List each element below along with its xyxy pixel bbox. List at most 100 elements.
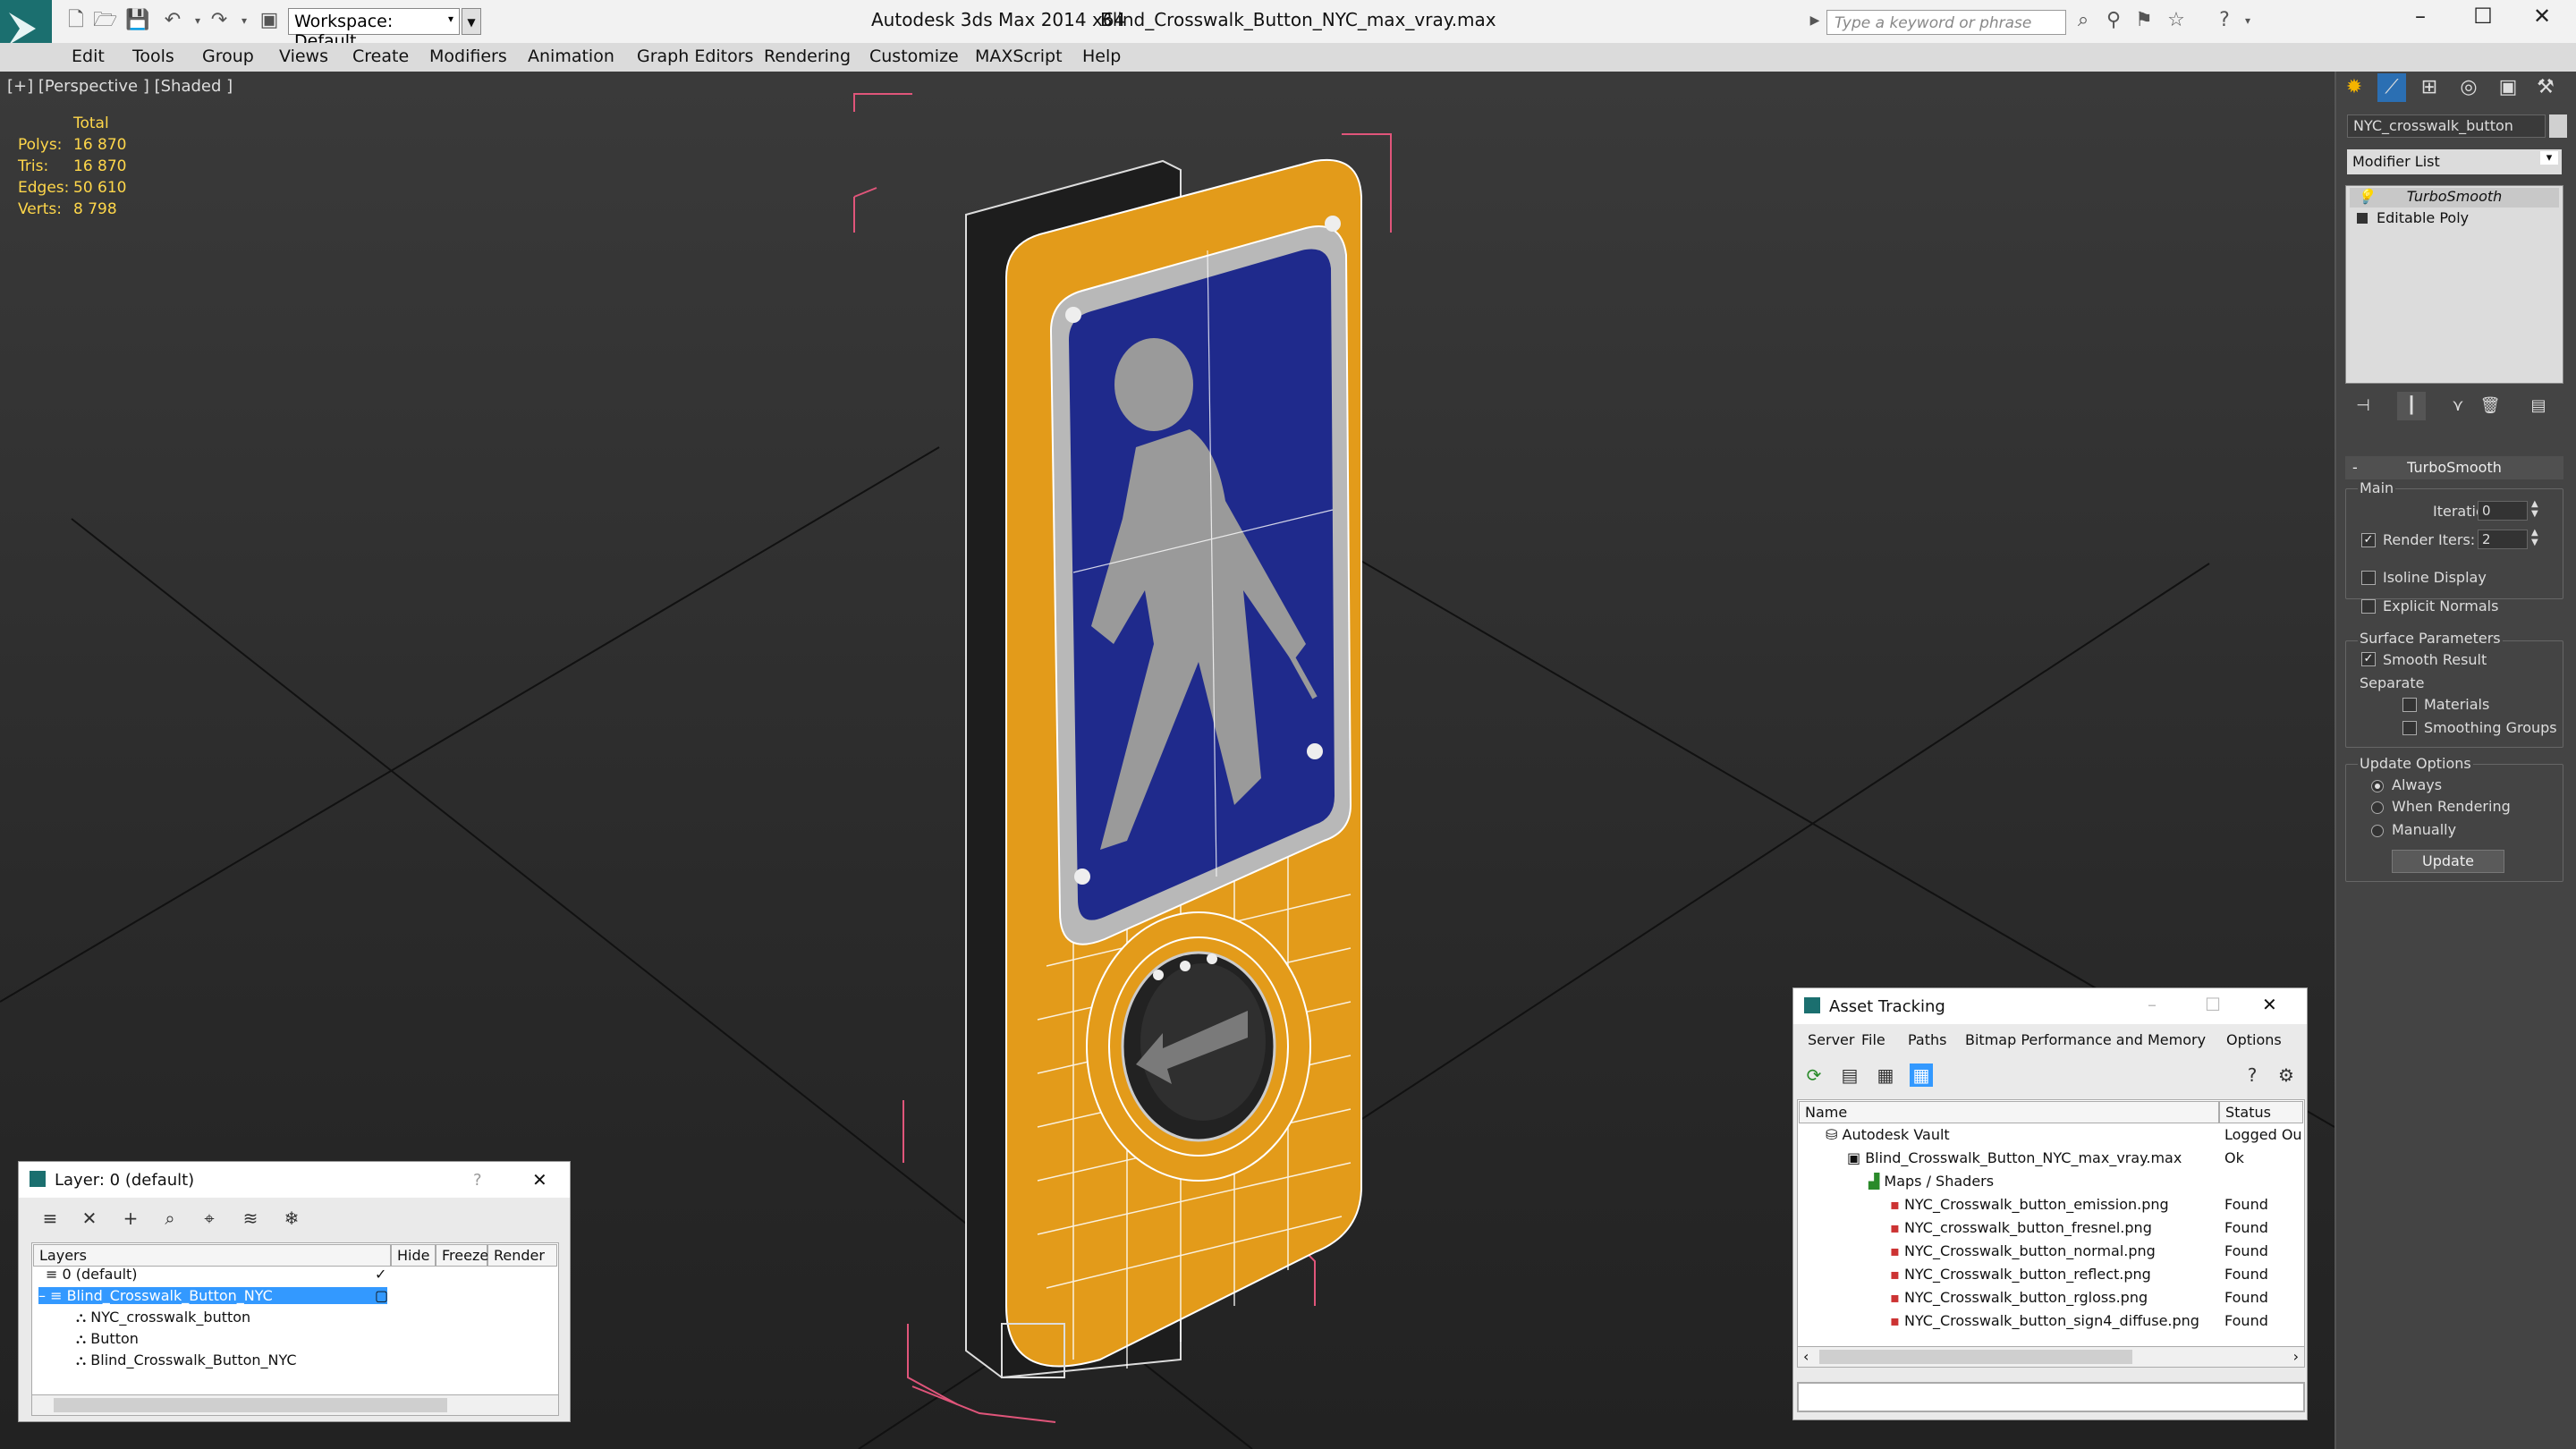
current-layer-box-icon[interactable]: ▢ [375,1287,388,1304]
menu-edit[interactable]: Edit [72,47,105,66]
undo-icon[interactable]: ↶ [161,9,184,32]
refresh-icon[interactable]: ⟳ [1802,1063,1826,1087]
menu-paths[interactable]: Paths [1908,1031,1946,1048]
search-input[interactable]: Type a keyword or phrase [1826,10,2066,35]
menu-file[interactable]: File [1861,1031,1885,1048]
redo-dropdown-icon[interactable]: ▾ [233,9,256,32]
freeze-all-layers-icon[interactable]: ❄ [280,1207,303,1230]
asset-row[interactable]: ▣ Blind_Crosswalk_Button_NYC_max_vray.ma… [1847,1149,2182,1166]
iterations-spinner[interactable]: 0 [2478,501,2528,521]
menu-modifiers[interactable]: Modifiers [429,47,507,66]
current-layer-check-icon[interactable]: ✓ [375,1266,386,1283]
utilities-tab-icon[interactable]: ⚒ [2531,73,2560,102]
close-icon[interactable]: ✕ [2262,994,2277,1015]
help-dropdown-icon[interactable]: ▾ [2236,9,2259,32]
modifier-list-dropdown[interactable]: Modifier List ▾ [2347,149,2562,174]
list-view-icon[interactable]: ▤ [1838,1063,1861,1087]
help-icon[interactable]: ? [473,1171,482,1190]
new-file-icon[interactable]: 🗋 [64,9,88,32]
scroll-right-icon[interactable]: › [2293,1348,2299,1365]
col-freeze[interactable]: Freeze [436,1244,488,1267]
highlight-selected-icon[interactable]: ⌖ [198,1207,221,1230]
modify-tab-icon[interactable]: ⟋ [2377,73,2406,102]
asset-row[interactable]: ▪ NYC_Crosswalk_button_sign4_diffuse.png [1890,1312,2199,1329]
open-file-icon[interactable]: 🗁 [93,9,117,32]
project-folder-icon[interactable]: ▣ [258,9,281,32]
menu-create[interactable]: Create [352,47,409,66]
isoline-display-checkbox[interactable] [2361,571,2376,585]
close-icon[interactable]: ✕ [2524,4,2560,29]
redo-icon[interactable]: ↷ [208,9,231,32]
asset-row[interactable]: ⛁ Autodesk Vault [1826,1126,1950,1143]
spinner-arrows-icon[interactable]: ▲ ▼ [2531,499,2538,519]
make-unique-icon[interactable]: ⋎ [2444,392,2472,420]
asset-row[interactable]: ▪ NYC_Crosswalk_button_emission.png [1890,1196,2169,1213]
menu-server[interactable]: Server [1808,1031,1854,1048]
undo-dropdown-icon[interactable]: ▾ [186,9,209,32]
menu-options[interactable]: Options [2226,1031,2282,1048]
help-icon[interactable]: ? [2241,1063,2264,1087]
col-hide[interactable]: Hide [391,1244,436,1267]
spinner-arrows-icon[interactable]: ▲ ▼ [2531,528,2538,547]
hide-all-layers-icon[interactable]: ≋ [239,1207,262,1230]
smoothing-groups-checkbox[interactable] [2402,721,2417,735]
binoculars-icon[interactable]: ⌕ [2072,9,2095,32]
asset-window-titlebar[interactable]: Asset Tracking – ☐ ✕ [1793,988,2307,1024]
col-name[interactable]: Name [1799,1101,2219,1123]
menu-customize[interactable]: Customize [869,47,959,66]
motion-tab-icon[interactable]: ◎ [2454,73,2483,102]
menu-group[interactable]: Group [202,47,254,66]
menu-rendering[interactable]: Rendering [764,47,851,66]
object-name-field[interactable]: NYC_crosswalk_button [2347,114,2546,138]
asset-row[interactable]: ▪ NYC_Crosswalk_button_reflect.png [1890,1266,2151,1283]
layer-row-selected[interactable]: – ≡ Blind_Crosswalk_Button_NYC [38,1287,387,1304]
maximize-icon[interactable]: ☐ [2205,994,2221,1015]
viewport-label[interactable]: [+] [Perspective ] [Shaded ] [7,77,233,96]
expand-icon[interactable] [2357,213,2368,224]
favorites-star-icon[interactable]: ☆ [2165,9,2188,32]
when-rendering-radio[interactable] [2371,801,2384,814]
asset-row[interactable]: ▪ NYC_Crosswalk_button_normal.png [1890,1242,2156,1259]
scrollbar-thumb[interactable] [1819,1350,2132,1364]
menu-maxscript[interactable]: MAXScript [975,47,1063,66]
menu-graph-editors[interactable]: Graph Editors [637,47,753,66]
manually-radio[interactable] [2371,825,2384,837]
save-file-icon[interactable]: 💾 [125,9,149,32]
object-color-swatch[interactable] [2549,114,2567,138]
create-tab-icon[interactable]: ✹ [2340,73,2368,102]
layer-window-titlebar[interactable]: Layer: 0 (default) ? ✕ [19,1162,570,1198]
menu-help[interactable]: Help [1082,47,1121,66]
scroll-left-icon[interactable]: ‹ [1803,1348,1809,1365]
horizontal-scrollbar[interactable]: ‹ › [1797,1346,2305,1368]
menu-tools[interactable]: Tools [132,47,174,66]
horizontal-scrollbar[interactable] [31,1394,559,1416]
create-layer-icon[interactable]: ≡ [38,1207,62,1230]
layer-row[interactable]: ⛬ Blind_Crosswalk_Button_NYC [76,1352,297,1369]
settings-icon[interactable]: ⚙ [2275,1063,2298,1087]
maximize-icon[interactable]: ☐ [2465,4,2501,29]
pin-stack-icon[interactable]: ⊣ [2349,392,2377,420]
hierarchy-tab-icon[interactable]: ⊞ [2415,73,2444,102]
materials-checkbox[interactable] [2402,698,2417,712]
layer-row[interactable]: ≡ 0 (default) [46,1266,138,1283]
search-expand-icon[interactable]: ▶ [1803,9,1826,32]
minimize-icon[interactable]: – [2148,994,2157,1015]
explicit-normals-checkbox[interactable] [2361,599,2376,614]
menu-views[interactable]: Views [279,47,328,66]
configure-modifier-sets-icon[interactable]: ▤ [2524,392,2553,420]
thumbnail-view-icon[interactable]: ▦ [1874,1063,1897,1087]
help-icon[interactable]: ? [2213,9,2236,32]
add-to-layer-icon[interactable]: + [119,1207,142,1230]
show-end-result-icon[interactable]: ┃ [2397,392,2426,420]
col-status[interactable]: Status [2219,1101,2303,1123]
always-radio[interactable] [2371,780,2384,792]
minimize-icon[interactable]: – [2402,4,2438,29]
workspace-dropdown[interactable]: Workspace: Default ▾ [288,8,460,51]
menu-bitmap-performance[interactable]: Bitmap Performance and Memory [1965,1031,2206,1048]
layer-row[interactable]: ⛬ Button [76,1330,139,1348]
menu-animation[interactable]: Animation [528,47,614,66]
table-view-icon[interactable]: ▦ [1910,1063,1933,1087]
asset-row[interactable]: ▟ Maps / Shaders [1868,1173,1994,1190]
workspace-menu-button[interactable]: ▼ [462,8,481,35]
subscription-icon[interactable]: ⚑ [2132,9,2156,32]
